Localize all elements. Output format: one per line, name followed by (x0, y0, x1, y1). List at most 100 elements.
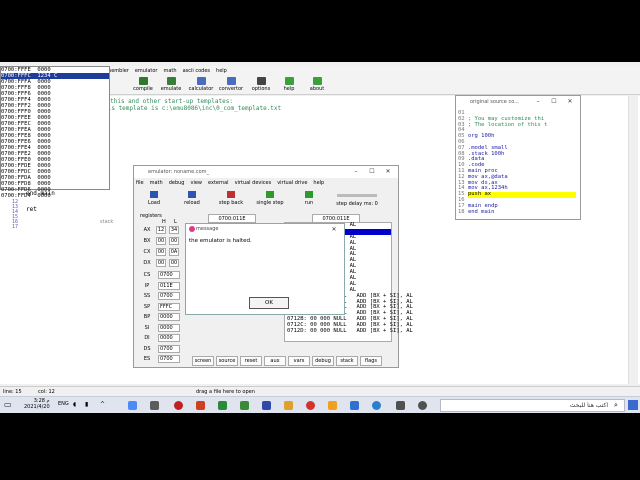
register-value-bp[interactable]: 0000 (158, 313, 180, 321)
close-icon[interactable]: ✕ (380, 166, 396, 178)
emu8086-taskbar-icon[interactable] (240, 401, 249, 410)
close-icon[interactable]: ✕ (326, 224, 342, 235)
aux-button[interactable]: aux (264, 356, 286, 366)
close-icon[interactable]: ✕ (562, 96, 578, 108)
h-column-label: H (162, 219, 166, 225)
minimize-icon[interactable]: – (348, 166, 364, 178)
register-high-cx[interactable]: 00 (156, 248, 166, 256)
register-low-dx[interactable]: 00 (169, 259, 179, 267)
chevron-up-icon[interactable]: ^ (100, 401, 105, 408)
emulator-window-controls: – ☐ ✕ (348, 166, 396, 178)
register-name-ax: AX (143, 227, 151, 233)
register-low-bx[interactable]: 00 (169, 237, 179, 245)
minimize-icon[interactable]: – (530, 96, 546, 108)
register-name-es: ES (143, 356, 151, 362)
chrome-taskbar-icon[interactable] (128, 401, 137, 410)
emulate-button[interactable]: emulate (156, 76, 186, 94)
source-window-controls: – ☐ ✕ (530, 96, 578, 108)
register-high-dx[interactable]: 00 (156, 259, 166, 267)
register-low-ax[interactable]: 34 (169, 226, 179, 234)
network-icon[interactable]: ▮ (85, 401, 88, 408)
register-high-ax[interactable]: 12 (156, 226, 166, 234)
notification-icon[interactable]: ▭ (4, 400, 12, 409)
powerpoint-taskbar-icon[interactable] (196, 401, 205, 410)
menu-emulator[interactable]: emulator (135, 68, 158, 74)
explorer-taskbar-icon[interactable] (328, 401, 337, 410)
memory-list-window[interactable]: 0700:FFFE 0000 0700:FFFC 1234 C 0700:FFFA … (0, 66, 110, 199)
register-name-cs: CS (143, 272, 151, 278)
load-button[interactable]: Load (144, 191, 164, 209)
calculator-button[interactable]: calculator (186, 76, 216, 94)
disasm-row[interactable]: 0712D: 00 000 NULL ADD [BX + SI], AL (285, 328, 413, 335)
compile-button[interactable]: compile (128, 76, 158, 94)
store-taskbar-icon[interactable] (350, 401, 359, 410)
memory-row[interactable]: 0700:FFD4 0000 (1, 193, 109, 199)
emu-menu-virtual-drive[interactable]: virtual drive (277, 180, 307, 186)
language-indicator[interactable]: ENG (58, 401, 69, 407)
emulate-icon (166, 77, 176, 85)
menu-help[interactable]: help (216, 68, 227, 74)
menu-ascii-codes[interactable]: ascii codes (183, 68, 210, 74)
register-value-ds[interactable]: 0700 (158, 344, 180, 353)
emu-menu-external[interactable]: external (208, 180, 229, 186)
record-taskbar-icon[interactable] (174, 401, 183, 410)
taskbar-search-input[interactable]: اكتب هنا للبحث (440, 399, 625, 412)
vlc-taskbar-icon[interactable] (284, 401, 293, 410)
register-value-cs[interactable]: 0700 (158, 271, 180, 279)
register-value-sp[interactable]: FFFC (158, 302, 180, 311)
cortana-icon[interactable] (418, 401, 427, 410)
screen-button[interactable]: screen (192, 356, 214, 366)
stack-button[interactable]: stack (336, 356, 358, 366)
source-button[interactable]: source (216, 356, 238, 366)
task-view-icon[interactable] (396, 401, 405, 410)
registers-label: registers (140, 213, 162, 219)
excel-taskbar-icon[interactable] (218, 401, 227, 410)
run-button[interactable]: run (300, 191, 318, 209)
maximize-icon[interactable]: ☐ (364, 166, 380, 178)
options-button[interactable]: options (246, 76, 276, 94)
windows-start-icon[interactable] (628, 400, 638, 410)
register-high-bx[interactable]: 00 (156, 237, 166, 245)
chrome-icon[interactable] (306, 401, 315, 410)
editor-scrollbar[interactable] (628, 96, 638, 384)
convertor-button[interactable]: convertor (216, 76, 246, 94)
help-button[interactable]: help (274, 76, 304, 94)
register-value-ip[interactable]: 011E (158, 281, 180, 290)
emu-menu-file[interactable]: file (136, 180, 144, 186)
source-line-text: org 100h (467, 133, 495, 140)
single-step-button[interactable]: single step (254, 191, 286, 209)
menu-math[interactable]: math (164, 68, 177, 74)
step-delay-control[interactable]: step delay ms: 0 (332, 191, 382, 209)
register-value-si[interactable]: 0000 (158, 323, 180, 332)
message-dialog[interactable]: message ✕ the emulator is halted. OK (185, 223, 345, 315)
emu-menu-math[interactable]: math (150, 180, 163, 186)
register-value-ss[interactable]: 0700 (158, 292, 180, 300)
word-taskbar-icon[interactable] (262, 401, 271, 410)
l-column-label: L (174, 219, 177, 225)
step-back-button[interactable]: step back (216, 191, 246, 209)
emu-menu-debug[interactable]: debug (169, 180, 185, 186)
app-taskbar-icon[interactable] (150, 401, 159, 410)
register-low-cx[interactable]: 0A (169, 248, 179, 256)
maximize-icon[interactable]: ☐ (546, 96, 562, 108)
flags-button[interactable]: flags (360, 356, 382, 366)
register-value-es[interactable]: 0700 (158, 355, 180, 363)
emu-menu-view[interactable]: view (190, 180, 202, 186)
reset-button[interactable]: reset (240, 356, 262, 366)
calculator-icon (196, 77, 206, 85)
debug-button[interactable]: debug (312, 356, 334, 366)
address-field-left[interactable]: 0700:011E (208, 214, 256, 223)
single-step-icon (266, 191, 274, 198)
about-button[interactable]: about (302, 76, 332, 94)
vars-button[interactable]: vars (288, 356, 310, 366)
clock[interactable]: 3:28 م 2021/4/20 (24, 398, 50, 410)
convertor-icon (226, 77, 236, 85)
edge-taskbar-icon[interactable] (372, 401, 381, 410)
emu-menu-virtual-devices[interactable]: virtual devices (235, 180, 272, 186)
volume-icon[interactable]: ◖ (73, 401, 76, 408)
ok-button[interactable]: OK (249, 297, 289, 309)
emu-menu-help[interactable]: help (313, 180, 324, 186)
register-value-di[interactable]: 0000 (158, 334, 180, 342)
original-source-window[interactable]: original source co... – ☐ ✕ 01 02 ; You … (455, 95, 581, 220)
reload-button[interactable]: reload (180, 191, 204, 209)
